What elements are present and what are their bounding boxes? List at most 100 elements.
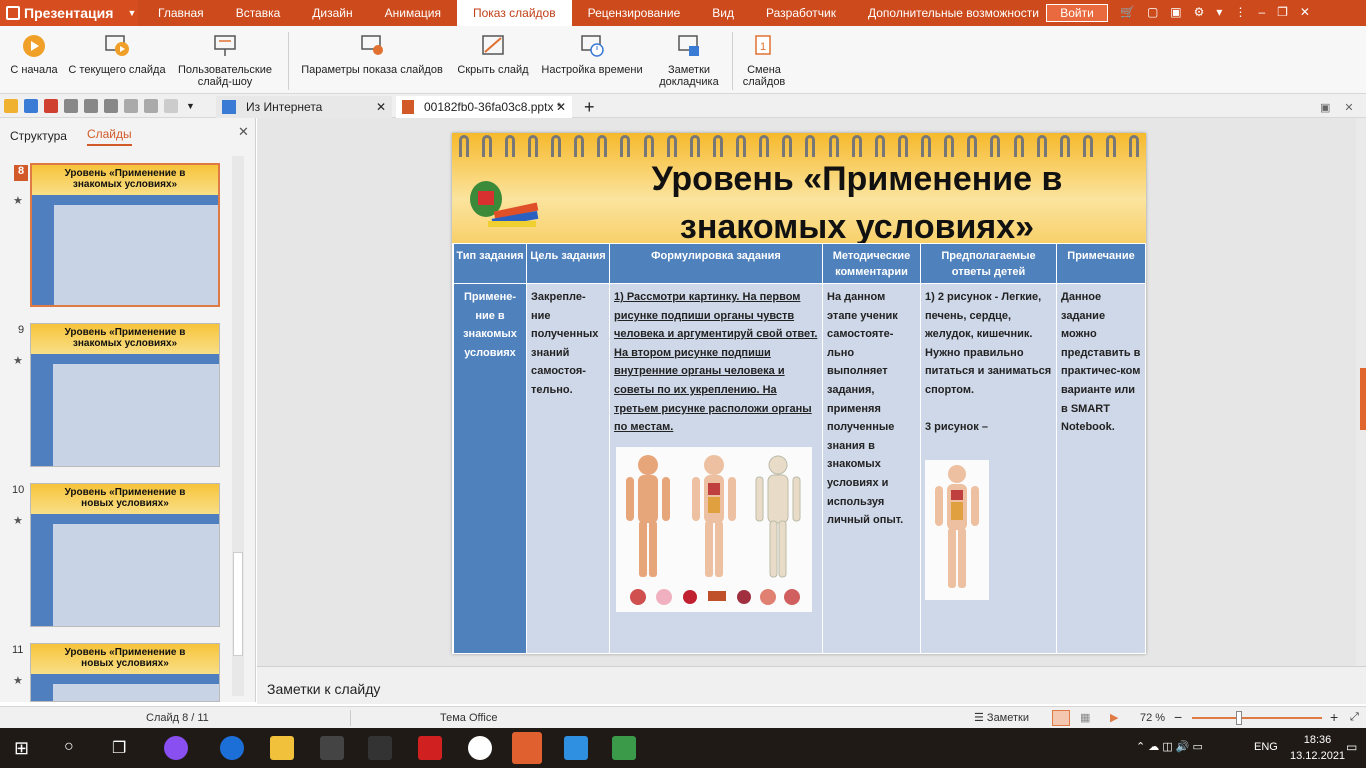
- zoom-out-icon[interactable]: −: [1174, 709, 1182, 725]
- more-icon[interactable]: ⋮: [1234, 5, 1246, 19]
- thumb-col: [32, 205, 54, 305]
- network-app-icon[interactable]: [612, 736, 636, 760]
- edge-icon[interactable]: [220, 736, 244, 760]
- restore-pane-icon[interactable]: ▣: [1320, 101, 1330, 114]
- play-current-icon: [105, 35, 129, 56]
- wps-presentation-icon[interactable]: [512, 732, 542, 764]
- sorter-view-icon[interactable]: ▦: [1080, 711, 1090, 724]
- slide-transition-button[interactable]: 1 Смена слайдов: [736, 30, 792, 88]
- search-icon[interactable]: ○: [64, 738, 74, 756]
- presenter-notes-button[interactable]: Заметки докладчика: [654, 30, 724, 88]
- menu-tab[interactable]: Вид: [696, 0, 750, 26]
- print-icon[interactable]: [64, 98, 78, 113]
- close-pane-icon[interactable]: ✕: [238, 124, 249, 140]
- windows-start-icon[interactable]: ⊞: [14, 738, 29, 759]
- close-icon[interactable]: ✕: [1300, 5, 1310, 19]
- thumb-header: [32, 195, 218, 205]
- yandex-browser-icon[interactable]: [468, 736, 492, 760]
- fit-window-icon[interactable]: ⤢: [1350, 711, 1359, 724]
- menu-tab[interactable]: Показ слайдов: [456, 0, 572, 26]
- shirt-icon[interactable]: ▣: [1170, 5, 1181, 19]
- wps-writer-icon[interactable]: [564, 736, 588, 760]
- close-tab-icon[interactable]: ✕: [556, 100, 566, 114]
- dropdown-icon[interactable]: ▾: [1216, 5, 1222, 19]
- store-icon[interactable]: [320, 736, 344, 760]
- thumb-col: [31, 364, 53, 466]
- undo-icon[interactable]: [144, 98, 158, 113]
- stage-scroll-marker[interactable]: [1360, 368, 1366, 430]
- maximize-icon[interactable]: ❐: [1277, 5, 1288, 19]
- spellcheck-icon[interactable]: [104, 98, 118, 113]
- menu-tab[interactable]: Вставка: [220, 0, 297, 26]
- tray-icons[interactable]: ⌃ ☁ ◫ 🔊 ▭: [1136, 740, 1203, 753]
- slide-thumbnail[interactable]: Уровень «Применение в новых условиях»: [30, 643, 220, 702]
- minimize-icon[interactable]: –: [1258, 5, 1265, 19]
- tab-slides[interactable]: Слайды: [86, 127, 132, 146]
- ring: [574, 135, 585, 157]
- hide-slide-button[interactable]: Скрыть слайд: [454, 30, 532, 76]
- ring: [481, 135, 492, 157]
- slide-table: Тип задания Цель задания Формулировка за…: [453, 243, 1146, 654]
- gear-icon[interactable]: ⚙: [1194, 5, 1205, 19]
- redo-icon[interactable]: [164, 98, 178, 113]
- save-icon[interactable]: [24, 98, 38, 113]
- cart-icon[interactable]: 🛒: [1120, 5, 1135, 19]
- slide-thumbnail[interactable]: Уровень «Применение в новых условиях»: [30, 483, 220, 627]
- chevron-down-icon[interactable]: ▼: [186, 101, 195, 111]
- notes-toggle[interactable]: ☰ Заметки: [974, 711, 1029, 724]
- custom-show-button[interactable]: Пользовательские слайд-шоу: [172, 30, 278, 88]
- language-indicator[interactable]: ENG: [1254, 741, 1278, 753]
- asus-icon[interactable]: [368, 736, 392, 760]
- format-painter-icon[interactable]: [124, 98, 138, 113]
- menu-tab[interactable]: Рецензирование: [572, 0, 697, 26]
- export-pdf-icon[interactable]: [44, 98, 58, 113]
- slide-canvas[interactable]: Уровень «Применение в знакомых условиях» …: [452, 133, 1146, 654]
- ring: [1106, 135, 1117, 157]
- menu-tab[interactable]: Анимация: [369, 0, 457, 26]
- notes-icon: [678, 35, 699, 56]
- slide-title: Уровень «Применение в знакомых условиях»: [651, 160, 1063, 246]
- yandex-icon[interactable]: [418, 736, 442, 760]
- anatomy-image: [616, 446, 812, 612]
- doc-tab-internet[interactable]: Из Интернета ✕: [216, 96, 392, 118]
- menu-tab[interactable]: Дизайн: [296, 0, 368, 26]
- ring: [736, 135, 747, 157]
- settings-slide-icon: [361, 35, 383, 55]
- clipboard-icon[interactable]: ▢: [1147, 5, 1158, 19]
- zoom-slider-thumb[interactable]: [1236, 711, 1242, 725]
- new-tab-icon[interactable]: +: [578, 96, 595, 118]
- goal-cell: Закрепле-ние полученных знаний самостоя-…: [526, 283, 610, 654]
- zoom-in-icon[interactable]: +: [1330, 709, 1338, 725]
- explorer-icon[interactable]: [270, 736, 294, 760]
- slideshow-view-icon[interactable]: ▶: [1110, 711, 1118, 724]
- task-view-icon[interactable]: ❐: [112, 738, 126, 758]
- menu-tab[interactable]: Разработчик: [750, 0, 852, 26]
- close-tab-icon[interactable]: ✕: [376, 100, 386, 114]
- open-folder-icon[interactable]: [4, 98, 18, 113]
- alice-icon[interactable]: [164, 736, 188, 760]
- from-start-button[interactable]: С начала: [6, 30, 62, 76]
- ring: [782, 135, 793, 157]
- slide-thumbnail[interactable]: Уровень «Применение в знакомых условиях»: [30, 163, 220, 307]
- app-menu-button[interactable]: Презентация ▼: [0, 0, 138, 26]
- show-settings-button[interactable]: Параметры показа слайдов: [296, 30, 448, 76]
- zoom-slider[interactable]: [1192, 717, 1322, 719]
- tab-structure[interactable]: Структура: [10, 129, 67, 143]
- notifications-icon[interactable]: ▭: [1346, 740, 1357, 754]
- from-current-button[interactable]: С текущего слайда: [66, 30, 168, 76]
- normal-view-icon[interactable]: [1052, 710, 1070, 726]
- ring: [597, 135, 608, 157]
- menu-tab[interactable]: Дополнительные возможности: [852, 0, 1055, 26]
- menu-tab[interactable]: Главная: [142, 0, 220, 26]
- slide-banner: Уровень «Применение в знакомых условиях»: [452, 133, 1146, 246]
- login-button[interactable]: Войти: [1046, 4, 1108, 22]
- rehearse-timings-button[interactable]: Настройка времени: [536, 30, 648, 76]
- clock[interactable]: 18:36 13.12.2021: [1290, 732, 1345, 764]
- slide-notes[interactable]: Заметки к слайду: [257, 666, 1366, 704]
- doc-tab-pptx[interactable]: 00182fb0-36fa03c8.pptx * ✕: [396, 96, 572, 118]
- close-doc-icon[interactable]: ✕: [1344, 101, 1353, 114]
- slide-thumbnail[interactable]: Уровень «Применение в знакомых условиях»: [30, 323, 220, 467]
- print-preview-icon[interactable]: [84, 98, 98, 113]
- thumbs-scroll-thumb[interactable]: [233, 552, 243, 656]
- status-bar: Слайд 8 / 11 Тема Office ☰ Заметки ▦ ▶ 7…: [0, 706, 1366, 728]
